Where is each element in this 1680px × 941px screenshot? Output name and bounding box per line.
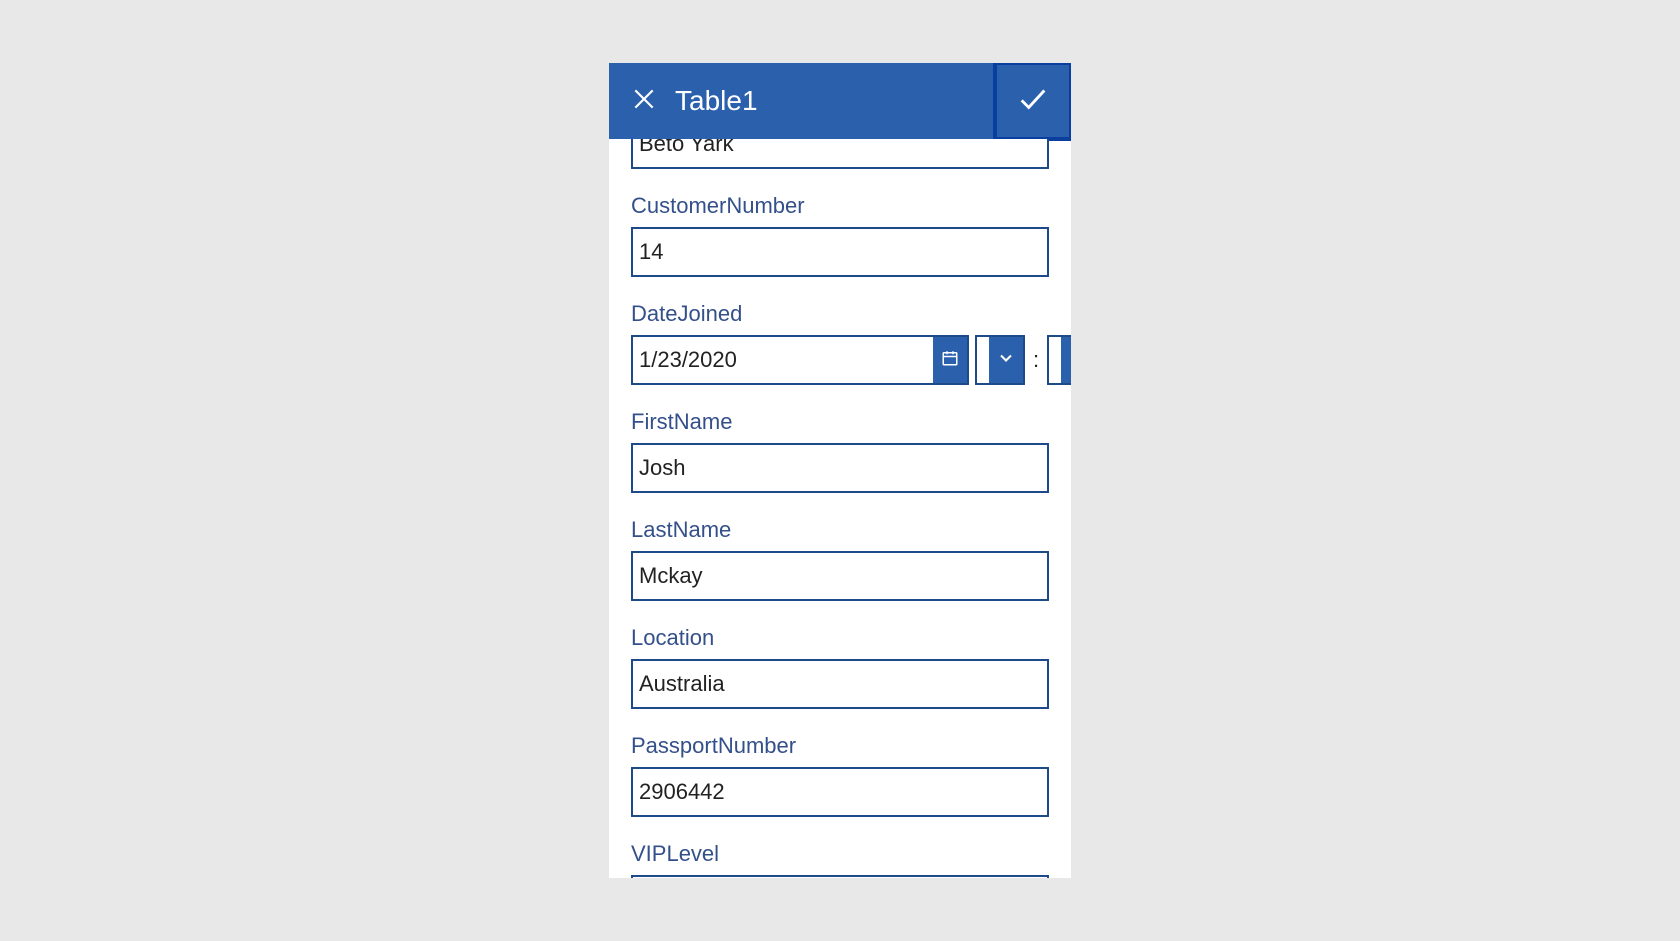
field-datejoined: DateJoined <box>631 301 1049 385</box>
form-scroll[interactable]: CustomerNumber DateJoined <box>609 139 1071 878</box>
time-separator: : <box>1031 335 1041 385</box>
input-lastname[interactable] <box>631 551 1049 601</box>
input-hour[interactable] <box>975 335 989 385</box>
input-customernumber[interactable] <box>631 227 1049 277</box>
label-lastname: LastName <box>631 517 1049 543</box>
label-viplevel: VIPLevel <box>631 841 1049 867</box>
field-passportnumber: PassportNumber <box>631 733 1049 817</box>
partial-top-input[interactable] <box>631 139 1049 169</box>
app-frame: Table1 CustomerNumber DateJoined <box>609 63 1071 878</box>
field-customernumber: CustomerNumber <box>631 193 1049 277</box>
header-title: Table1 <box>675 85 758 117</box>
input-viplevel[interactable] <box>631 875 1049 878</box>
field-location: Location <box>631 625 1049 709</box>
input-firstname[interactable] <box>631 443 1049 493</box>
minute-dropdown-button[interactable] <box>1061 335 1071 385</box>
input-passportnumber[interactable] <box>631 767 1049 817</box>
field-viplevel: VIPLevel <box>631 841 1049 878</box>
close-button[interactable] <box>623 80 665 122</box>
date-picker-button[interactable] <box>933 335 969 385</box>
label-firstname: FirstName <box>631 409 1049 435</box>
header-bar: Table1 <box>609 63 1071 139</box>
viewport: Table1 CustomerNumber DateJoined <box>113 63 1567 878</box>
label-passportnumber: PassportNumber <box>631 733 1049 759</box>
label-datejoined: DateJoined <box>631 301 1049 327</box>
chevron-down-icon <box>1068 348 1071 373</box>
submit-button[interactable] <box>995 63 1071 139</box>
minute-wrap <box>1047 335 1071 385</box>
input-minute[interactable] <box>1047 335 1061 385</box>
calendar-icon <box>941 349 959 372</box>
hour-dropdown-button[interactable] <box>989 335 1025 385</box>
chevron-down-icon <box>996 348 1016 373</box>
date-wrap <box>631 335 969 385</box>
hour-wrap <box>975 335 1025 385</box>
input-location[interactable] <box>631 659 1049 709</box>
close-icon <box>631 86 657 117</box>
field-firstname: FirstName <box>631 409 1049 493</box>
field-lastname: LastName <box>631 517 1049 601</box>
input-date[interactable] <box>631 335 933 385</box>
label-customernumber: CustomerNumber <box>631 193 1049 219</box>
datetime-row: : <box>631 335 1049 385</box>
partial-top-field <box>631 139 1049 169</box>
check-icon <box>1016 82 1050 121</box>
label-location: Location <box>631 625 1049 651</box>
